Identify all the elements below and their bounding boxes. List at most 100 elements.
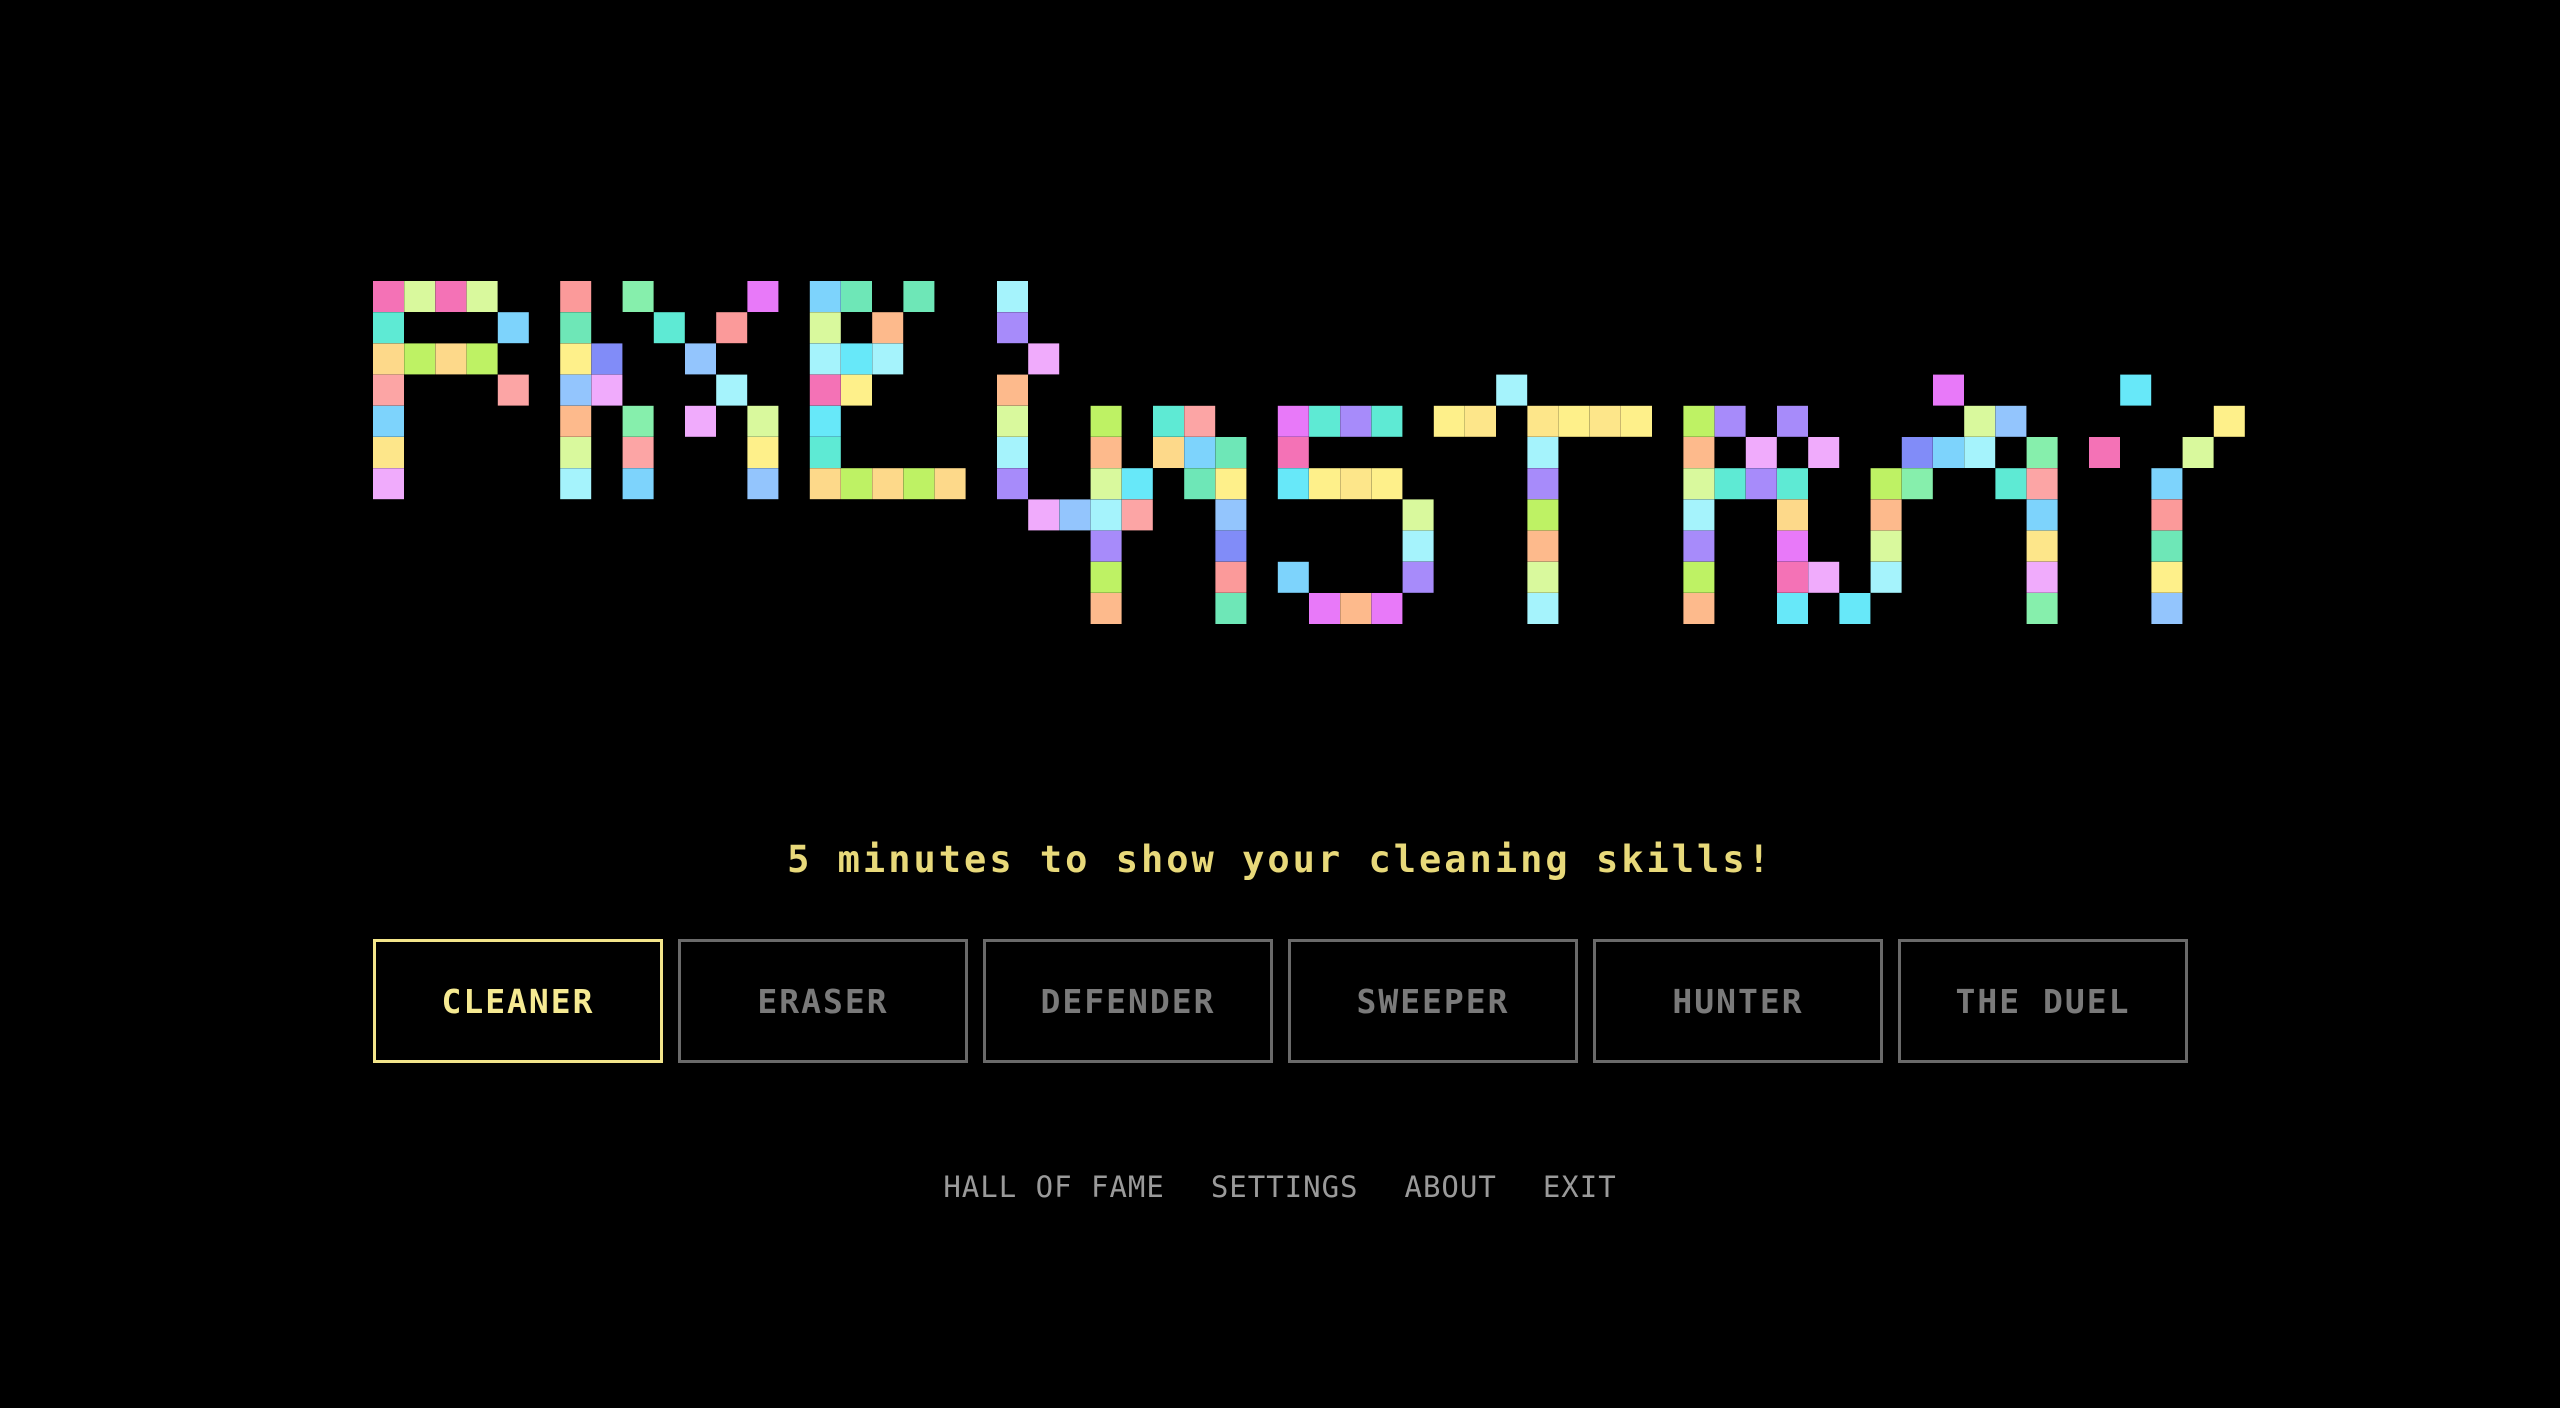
- logo-pixel: [1371, 593, 1403, 624]
- logo-pixel: [872, 343, 904, 375]
- logo-pixel: [809, 374, 841, 406]
- footer-menu: HALL OF FAME SETTINGS ABOUT EXIT: [0, 1170, 2560, 1204]
- logo-pixel: [560, 405, 592, 437]
- logo-pixel: [1777, 405, 1808, 437]
- logo-pixel: [1527, 499, 1559, 531]
- logo-pixel: [1870, 561, 1902, 593]
- logo-pixel: [1028, 343, 1060, 375]
- mode-label: THE DUEL: [1955, 981, 2131, 1021]
- logo-pixel: [1090, 561, 1122, 593]
- logo-pixel: [747, 281, 779, 312]
- logo-pixel: [1777, 468, 1808, 500]
- tagline: 5 minutes to show your cleaning skills!: [787, 838, 1773, 881]
- mode-button-cleaner[interactable]: CLEANER: [373, 939, 663, 1063]
- logo-pixel: [373, 343, 404, 375]
- logo-pixel: [1184, 468, 1216, 500]
- logo-pixel: [1870, 468, 1902, 500]
- logo-pixel: [872, 312, 904, 344]
- logo-pixel: [404, 343, 436, 375]
- logo-pixel: [1683, 468, 1715, 500]
- hall-of-fame-link[interactable]: HALL OF FAME: [943, 1170, 1165, 1204]
- logo-pixel: [2151, 468, 2183, 500]
- mode-button-the-duel[interactable]: THE DUEL: [1898, 939, 2188, 1063]
- logo-pixel: [1995, 405, 2027, 437]
- logo-pixel: [809, 405, 841, 437]
- logo-pixel: [685, 405, 716, 437]
- logo-pixel: [1621, 405, 1652, 437]
- logo-pixel: [872, 468, 904, 500]
- logo-pixel: [2151, 561, 2183, 593]
- logo-pixel: [1402, 561, 1434, 593]
- logo-pixel: [1808, 561, 1840, 593]
- logo-pixel: [2026, 561, 2058, 593]
- logo-pixel: [1933, 374, 1964, 406]
- logo-pixel: [373, 281, 404, 312]
- logo-pixel: [809, 437, 841, 468]
- logo-pixel: [747, 405, 779, 437]
- logo-pixel: [1090, 593, 1122, 624]
- logo-pixel: [1340, 468, 1372, 500]
- mode-label: SWEEPER: [1356, 981, 1510, 1021]
- logo-pixel: [1277, 561, 1309, 593]
- exit-link[interactable]: EXIT: [1543, 1170, 1617, 1204]
- logo-pixel: [1184, 405, 1216, 437]
- logo-pixel: [560, 437, 592, 468]
- game-logo-pixels: [373, 281, 2245, 624]
- logo-pixel: [1340, 405, 1372, 437]
- logo-pixel: [1527, 468, 1559, 500]
- mode-button-defender[interactable]: DEFENDER: [983, 939, 1273, 1063]
- logo-pixel: [560, 468, 592, 500]
- logo-pixel: [2026, 530, 2058, 562]
- logo-pixel: [1496, 374, 1528, 406]
- logo-pixel: [1777, 593, 1808, 624]
- logo-pixel: [622, 468, 654, 500]
- logo-pixel: [1277, 405, 1309, 437]
- logo-pixel: [1870, 499, 1902, 531]
- logo-pixel: [373, 312, 404, 344]
- mode-button-sweeper[interactable]: SWEEPER: [1288, 939, 1578, 1063]
- mode-label: DEFENDER: [1040, 981, 1216, 1021]
- logo-pixel: [1777, 499, 1808, 531]
- logo-pixel: [560, 281, 592, 312]
- logo-pixel: [560, 312, 592, 344]
- logo-pixel: [841, 468, 872, 500]
- logo-pixel: [809, 343, 841, 375]
- logo-pixel: [903, 468, 935, 500]
- settings-link[interactable]: SETTINGS: [1211, 1170, 1359, 1204]
- logo-pixel: [2151, 499, 2183, 531]
- logo-pixel: [997, 281, 1028, 312]
- logo-pixel: [1371, 468, 1403, 500]
- logo-pixel: [1777, 530, 1808, 562]
- logo-pixel: [2120, 374, 2152, 406]
- logo-pixel: [1309, 593, 1340, 624]
- logo-pixel: [622, 281, 654, 312]
- logo-pixel: [716, 374, 748, 406]
- logo-pixel: [2182, 437, 2214, 468]
- logo-pixel: [1683, 405, 1715, 437]
- logo-pixel: [653, 312, 685, 344]
- logo-pixel: [1527, 437, 1559, 468]
- logo-pixel: [809, 281, 841, 312]
- mode-button-hunter[interactable]: HUNTER: [1593, 939, 1883, 1063]
- logo-pixel: [997, 405, 1028, 437]
- about-link[interactable]: ABOUT: [1405, 1170, 1497, 1204]
- logo-pixel: [1527, 561, 1559, 593]
- logo-pixel: [373, 405, 404, 437]
- logo-pixel: [1090, 499, 1122, 531]
- logo-pixel: [2151, 530, 2183, 562]
- logo-pixel: [622, 437, 654, 468]
- logo-pixel: [1527, 405, 1559, 437]
- logo-pixel: [2026, 499, 2058, 531]
- logo-pixel: [2213, 405, 2245, 437]
- logo-pixel: [466, 281, 498, 312]
- logo-pixel: [809, 468, 841, 500]
- mode-button-eraser[interactable]: ERASER: [678, 939, 968, 1063]
- logo-pixel: [435, 281, 467, 312]
- logo-pixel: [497, 374, 529, 406]
- logo-pixel: [1683, 561, 1715, 593]
- logo-pixel: [2026, 437, 2058, 468]
- logo-pixel: [1870, 530, 1902, 562]
- logo-pixel: [466, 343, 498, 375]
- logo-pixel: [2089, 437, 2120, 468]
- logo-pixel: [1215, 530, 1247, 562]
